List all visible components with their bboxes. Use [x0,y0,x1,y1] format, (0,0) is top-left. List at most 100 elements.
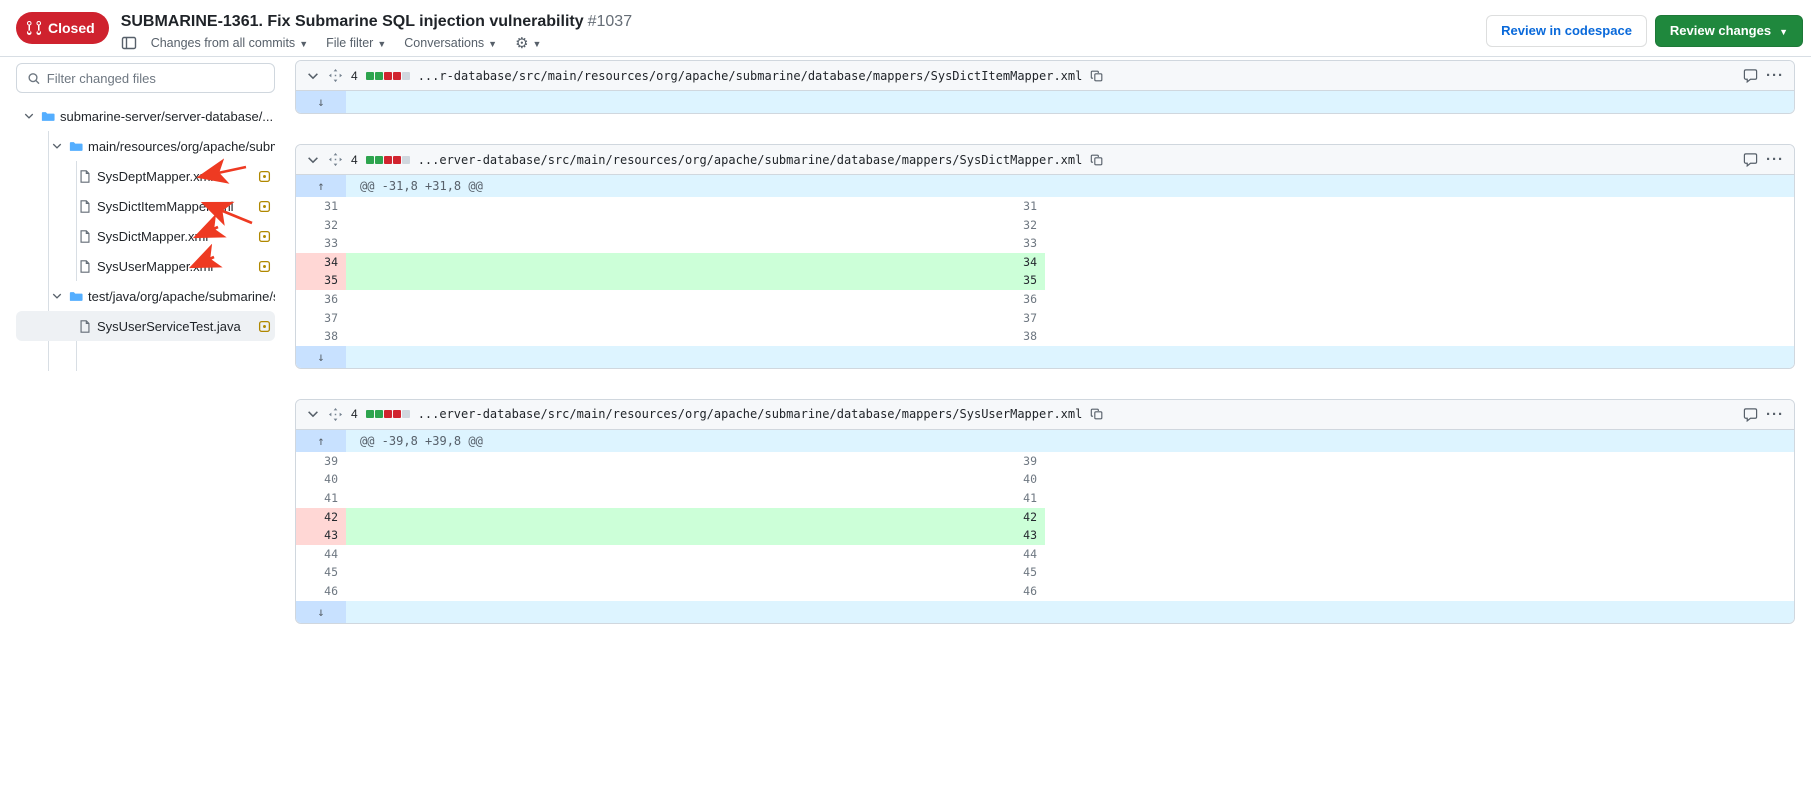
left-line-number[interactable]: 31 [296,197,346,216]
changes-from-dropdown[interactable]: Changes from all commits▼ [151,36,308,50]
comment-icon [1743,407,1758,422]
left-line-number[interactable]: 41 [296,489,346,508]
left-line-number[interactable]: 38 [296,327,346,346]
diff-table: ↑@@ -39,8 +39,8 @@3939404041414242434344… [296,430,1794,623]
copy-path-icon[interactable] [1090,407,1104,421]
chevron-down-icon: ▼ [533,39,542,49]
right-line-number[interactable]: 33 [346,234,1045,253]
drag-handle-icon[interactable] [328,68,343,83]
right-line-number[interactable]: 39 [346,452,1045,471]
right-line-number[interactable]: 31 [346,197,1045,216]
collapse-file-chevron-icon[interactable] [306,69,320,83]
file-tree-sidebar: submarine-server/server-database/...main… [0,57,287,797]
right-line-number[interactable]: 32 [346,216,1045,235]
toggle-comments-icon[interactable] [1743,407,1758,422]
review-in-codespace-button[interactable]: Review in codespace [1486,15,1647,47]
left-line-number[interactable]: 36 [296,290,346,309]
viewed-status-icon[interactable] [258,200,271,213]
file-options-kebab[interactable]: ··· [1766,67,1784,84]
right-line-number[interactable]: 43 [346,526,1045,545]
expand-down-button[interactable]: ↓ [296,91,346,113]
toggle-comments-icon[interactable] [1743,152,1758,167]
file-icon [78,229,92,244]
chevron-down-icon [306,69,320,83]
tree-file-sysuserservicetest-java[interactable]: SysUserServiceTest.java [16,311,275,341]
file-filter-dropdown[interactable]: File filter▼ [326,36,386,50]
diff-table: ↓ [296,91,1794,113]
copy-path-icon[interactable] [1090,69,1104,83]
tree-item-label: SysDictMapper.xml [97,229,253,244]
right-line-number[interactable]: 44 [346,545,1045,564]
filter-changed-files-input[interactable] [47,71,264,86]
hunk-header: @@ -31,8 +31,8 @@ [346,175,1794,197]
right-line-number[interactable]: 46 [346,582,1045,601]
chevron-down-icon [306,407,320,421]
left-line-number[interactable]: 46 [296,582,346,601]
tree-file-sysdictmapper-xml[interactable]: SysDictMapper.xml [16,221,275,251]
drag-handle-icon[interactable] [328,407,343,422]
file-diff-card: 4...erver-database/src/main/resources/or… [295,399,1795,624]
left-line-number[interactable]: 34 [296,253,346,272]
viewed-status-icon[interactable] [258,170,271,183]
expand-hunk-up-button[interactable]: ↑ [296,175,346,197]
collapse-file-chevron-icon[interactable] [306,153,320,167]
left-line-number[interactable]: 40 [296,470,346,489]
left-line-number[interactable]: 33 [296,234,346,253]
left-line-number[interactable]: 43 [296,526,346,545]
diffstat-square [375,410,383,418]
file-diff-card: 4...erver-database/src/main/resources/or… [295,144,1795,369]
file-icon [78,199,92,214]
collapse-file-chevron-icon[interactable] [306,407,320,421]
right-line-number[interactable]: 42 [346,508,1045,527]
right-line-number[interactable]: 36 [346,290,1045,309]
conversations-dropdown[interactable]: Conversations▼ [404,36,497,50]
tree-folder-submarine-server-server-database-[interactable]: submarine-server/server-database/... [16,101,275,131]
tree-file-sysdictitemmapper-xml[interactable]: SysDictItemMapper.xml [16,191,275,221]
file-icon [78,199,92,214]
chevron-down-icon[interactable] [50,290,64,302]
file-tree-toggle-icon[interactable] [121,35,137,51]
toggle-comments-icon[interactable] [1743,68,1758,83]
tree-file-sysusermapper-xml[interactable]: SysUserMapper.xml [16,251,275,281]
review-changes-button[interactable]: Review changes▼ [1655,15,1803,47]
diff-settings-dropdown[interactable]: ⚙▼ [515,34,541,52]
right-line-number[interactable]: 45 [346,563,1045,582]
right-line-number[interactable]: 34 [346,253,1045,272]
viewed-status-icon[interactable] [258,320,271,333]
drag-handle-icon[interactable] [328,152,343,167]
file-diff-header: 4...erver-database/src/main/resources/or… [296,400,1794,430]
viewed-status-icon[interactable] [258,230,271,243]
left-line-number[interactable]: 39 [296,452,346,471]
right-line-number[interactable]: 41 [346,489,1045,508]
left-line-number[interactable]: 35 [296,271,346,290]
left-line-number[interactable]: 37 [296,309,346,328]
expand-hunk-up-button[interactable]: ↑ [296,430,346,452]
pr-number: #1037 [588,13,633,30]
right-line-number[interactable]: 38 [346,327,1045,346]
pr-header: Closed SUBMARINE-1361. Fix Submarine SQL… [0,0,1811,57]
diff-table: ↑@@ -31,8 +31,8 @@3131323233333434353536… [296,175,1794,368]
diffstat-square [393,72,401,80]
left-line-number[interactable]: 32 [296,216,346,235]
viewed-status-icon[interactable] [258,260,271,273]
chevron-down-icon: ▼ [1779,23,1788,41]
file-filter-box [16,63,275,93]
left-line-number[interactable]: 44 [296,545,346,564]
file-options-kebab[interactable]: ··· [1766,151,1784,168]
file-options-kebab[interactable]: ··· [1766,406,1784,423]
copy-path-icon[interactable] [1090,153,1104,167]
expand-down-button[interactable]: ↓ [296,601,346,623]
right-line-number[interactable]: 35 [346,271,1045,290]
expand-down-button[interactable]: ↓ [296,346,346,368]
status-badge: Closed [16,12,109,44]
left-line-number[interactable]: 45 [296,563,346,582]
tree-file-sysdeptmapper-xml[interactable]: SysDeptMapper.xml [16,161,275,191]
chevron-down-icon[interactable] [22,110,36,122]
chevron-down-icon[interactable] [50,140,64,152]
right-line-number[interactable]: 40 [346,470,1045,489]
right-line-number[interactable]: 37 [346,309,1045,328]
move-icon [328,407,343,422]
tree-folder-main-resources-org-apache-subm-[interactable]: main/resources/org/apache/subm... [16,131,275,161]
left-line-number[interactable]: 42 [296,508,346,527]
tree-folder-test-java-org-apache-submarine-s-[interactable]: test/java/org/apache/submarine/s... [16,281,275,311]
